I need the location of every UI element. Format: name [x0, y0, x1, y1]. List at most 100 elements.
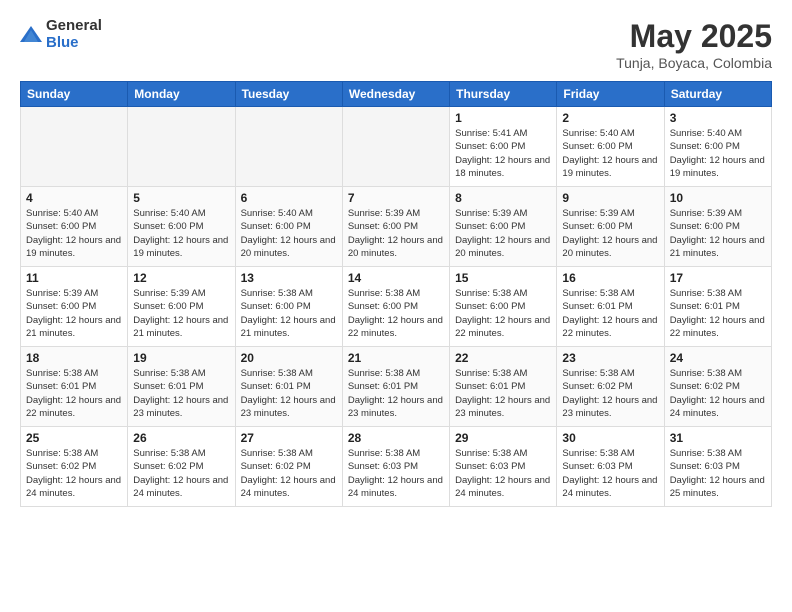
day-info: Sunrise: 5:38 AM Sunset: 6:02 PM Dayligh…: [133, 447, 229, 500]
day-info: Sunrise: 5:38 AM Sunset: 6:01 PM Dayligh…: [241, 367, 337, 420]
page: General Blue May 2025 Tunja, Boyaca, Col…: [0, 0, 792, 612]
day-info: Sunrise: 5:38 AM Sunset: 6:01 PM Dayligh…: [455, 367, 551, 420]
day-info: Sunrise: 5:38 AM Sunset: 6:02 PM Dayligh…: [241, 447, 337, 500]
day-number: 12: [133, 271, 229, 285]
day-number: 11: [26, 271, 122, 285]
day-info: Sunrise: 5:38 AM Sunset: 6:02 PM Dayligh…: [670, 367, 766, 420]
weekday-header-thursday: Thursday: [450, 82, 557, 107]
calendar-week-1: 1 Sunrise: 5:41 AM Sunset: 6:00 PM Daylig…: [21, 107, 772, 187]
day-info: Sunrise: 5:39 AM Sunset: 6:00 PM Dayligh…: [455, 207, 551, 260]
day-info: Sunrise: 5:38 AM Sunset: 6:00 PM Dayligh…: [455, 287, 551, 340]
day-info: Sunrise: 5:38 AM Sunset: 6:02 PM Dayligh…: [26, 447, 122, 500]
calendar-week-4: 18 Sunrise: 5:38 AM Sunset: 6:01 PM Dayli…: [21, 347, 772, 427]
logo-text: General Blue: [46, 18, 102, 51]
calendar-cell: 22 Sunrise: 5:38 AM Sunset: 6:01 PM Dayli…: [450, 347, 557, 427]
day-number: 27: [241, 431, 337, 445]
day-number: 1: [455, 111, 551, 125]
day-info: Sunrise: 5:38 AM Sunset: 6:03 PM Dayligh…: [670, 447, 766, 500]
day-number: 29: [455, 431, 551, 445]
day-info: Sunrise: 5:38 AM Sunset: 6:03 PM Dayligh…: [348, 447, 444, 500]
calendar-week-5: 25Sunrise: 5:38 AM Sunset: 6:02 PM Dayli…: [21, 427, 772, 507]
logo: General Blue: [20, 18, 102, 51]
calendar-cell: 26 Sunrise: 5:38 AM Sunset: 6:02 PM Dayli…: [128, 427, 235, 507]
weekday-header-friday: Friday: [557, 82, 664, 107]
day-number: 21: [348, 351, 444, 365]
day-number: 14: [348, 271, 444, 285]
calendar-cell: 6Sunrise: 5:40 AM Sunset: 6:00 PM Daylig…: [235, 187, 342, 267]
calendar-cell: 12 Sunrise: 5:39 AM Sunset: 6:00 PM Dayli…: [128, 267, 235, 347]
day-number: 10: [670, 191, 766, 205]
calendar-cell: 2 Sunrise: 5:40 AM Sunset: 6:00 PM Daylig…: [557, 107, 664, 187]
logo-general-text: General: [46, 18, 102, 35]
day-number: 2: [562, 111, 658, 125]
day-number: 31: [670, 431, 766, 445]
day-info: Sunrise: 5:40 AM Sunset: 6:00 PM Dayligh…: [562, 127, 658, 180]
day-number: 9: [562, 191, 658, 205]
day-info: Sunrise: 5:40 AM Sunset: 6:00 PM Dayligh…: [133, 207, 229, 260]
day-number: 23: [562, 351, 658, 365]
day-number: 22: [455, 351, 551, 365]
day-info: Sunrise: 5:38 AM Sunset: 6:01 PM Dayligh…: [562, 287, 658, 340]
day-info: Sunrise: 5:40 AM Sunset: 6:00 PM Dayligh…: [241, 207, 337, 260]
day-info: Sunrise: 5:38 AM Sunset: 6:00 PM Dayligh…: [348, 287, 444, 340]
day-number: 15: [455, 271, 551, 285]
weekday-header-monday: Monday: [128, 82, 235, 107]
calendar-cell: 15 Sunrise: 5:38 AM Sunset: 6:00 PM Dayli…: [450, 267, 557, 347]
calendar-week-2: 4 Sunrise: 5:40 AM Sunset: 6:00 PM Daylig…: [21, 187, 772, 267]
day-number: 5: [133, 191, 229, 205]
day-info: Sunrise: 5:38 AM Sunset: 6:01 PM Dayligh…: [670, 287, 766, 340]
day-number: 4: [26, 191, 122, 205]
calendar-cell: [342, 107, 449, 187]
logo-icon: [20, 24, 42, 46]
day-info: Sunrise: 5:40 AM Sunset: 6:00 PM Dayligh…: [670, 127, 766, 180]
calendar-cell: 20Sunrise: 5:38 AM Sunset: 6:01 PM Dayli…: [235, 347, 342, 427]
day-number: 13: [241, 271, 337, 285]
day-number: 30: [562, 431, 658, 445]
day-info: Sunrise: 5:38 AM Sunset: 6:01 PM Dayligh…: [348, 367, 444, 420]
calendar-cell: 9 Sunrise: 5:39 AM Sunset: 6:00 PM Daylig…: [557, 187, 664, 267]
calendar-cell: 1 Sunrise: 5:41 AM Sunset: 6:00 PM Daylig…: [450, 107, 557, 187]
day-info: Sunrise: 5:39 AM Sunset: 6:00 PM Dayligh…: [348, 207, 444, 260]
day-info: Sunrise: 5:38 AM Sunset: 6:03 PM Dayligh…: [562, 447, 658, 500]
weekday-header-tuesday: Tuesday: [235, 82, 342, 107]
calendar-cell: 17 Sunrise: 5:38 AM Sunset: 6:01 PM Dayli…: [664, 267, 771, 347]
day-info: Sunrise: 5:39 AM Sunset: 6:00 PM Dayligh…: [562, 207, 658, 260]
weekday-header-saturday: Saturday: [664, 82, 771, 107]
day-info: Sunrise: 5:38 AM Sunset: 6:01 PM Dayligh…: [26, 367, 122, 420]
day-info: Sunrise: 5:38 AM Sunset: 6:02 PM Dayligh…: [562, 367, 658, 420]
calendar-cell: 24Sunrise: 5:38 AM Sunset: 6:02 PM Dayli…: [664, 347, 771, 427]
calendar-cell: 30 Sunrise: 5:38 AM Sunset: 6:03 PM Dayli…: [557, 427, 664, 507]
day-number: 8: [455, 191, 551, 205]
calendar-cell: 5 Sunrise: 5:40 AM Sunset: 6:00 PM Daylig…: [128, 187, 235, 267]
calendar-cell: 18 Sunrise: 5:38 AM Sunset: 6:01 PM Dayli…: [21, 347, 128, 427]
day-info: Sunrise: 5:38 AM Sunset: 6:01 PM Dayligh…: [133, 367, 229, 420]
day-info: Sunrise: 5:38 AM Sunset: 6:03 PM Dayligh…: [455, 447, 551, 500]
calendar-title: May 2025: [616, 18, 772, 55]
day-number: 16: [562, 271, 658, 285]
day-info: Sunrise: 5:39 AM Sunset: 6:00 PM Dayligh…: [133, 287, 229, 340]
calendar-cell: [21, 107, 128, 187]
calendar-cell: 13 Sunrise: 5:38 AM Sunset: 6:00 PM Dayli…: [235, 267, 342, 347]
day-info: Sunrise: 5:39 AM Sunset: 6:00 PM Dayligh…: [670, 207, 766, 260]
header: General Blue May 2025 Tunja, Boyaca, Col…: [20, 18, 772, 71]
calendar-cell: 28Sunrise: 5:38 AM Sunset: 6:03 PM Dayli…: [342, 427, 449, 507]
calendar-cell: 10 Sunrise: 5:39 AM Sunset: 6:00 PM Dayli…: [664, 187, 771, 267]
calendar-cell: 14 Sunrise: 5:38 AM Sunset: 6:00 PM Dayli…: [342, 267, 449, 347]
weekday-header-sunday: Sunday: [21, 82, 128, 107]
day-number: 26: [133, 431, 229, 445]
day-info: Sunrise: 5:41 AM Sunset: 6:00 PM Dayligh…: [455, 127, 551, 180]
calendar-table: SundayMondayTuesdayWednesdayThursdayFrid…: [20, 81, 772, 507]
calendar-cell: [128, 107, 235, 187]
day-number: 19: [133, 351, 229, 365]
day-info: Sunrise: 5:38 AM Sunset: 6:00 PM Dayligh…: [241, 287, 337, 340]
calendar-cell: 8 Sunrise: 5:39 AM Sunset: 6:00 PM Daylig…: [450, 187, 557, 267]
weekday-header-wednesday: Wednesday: [342, 82, 449, 107]
day-info: Sunrise: 5:39 AM Sunset: 6:00 PM Dayligh…: [26, 287, 122, 340]
day-number: 17: [670, 271, 766, 285]
title-block: May 2025 Tunja, Boyaca, Colombia: [616, 18, 772, 71]
day-number: 18: [26, 351, 122, 365]
calendar-header-row: SundayMondayTuesdayWednesdayThursdayFrid…: [21, 82, 772, 107]
day-number: 7: [348, 191, 444, 205]
calendar-cell: [235, 107, 342, 187]
calendar-cell: 27 Sunrise: 5:38 AM Sunset: 6:02 PM Dayli…: [235, 427, 342, 507]
